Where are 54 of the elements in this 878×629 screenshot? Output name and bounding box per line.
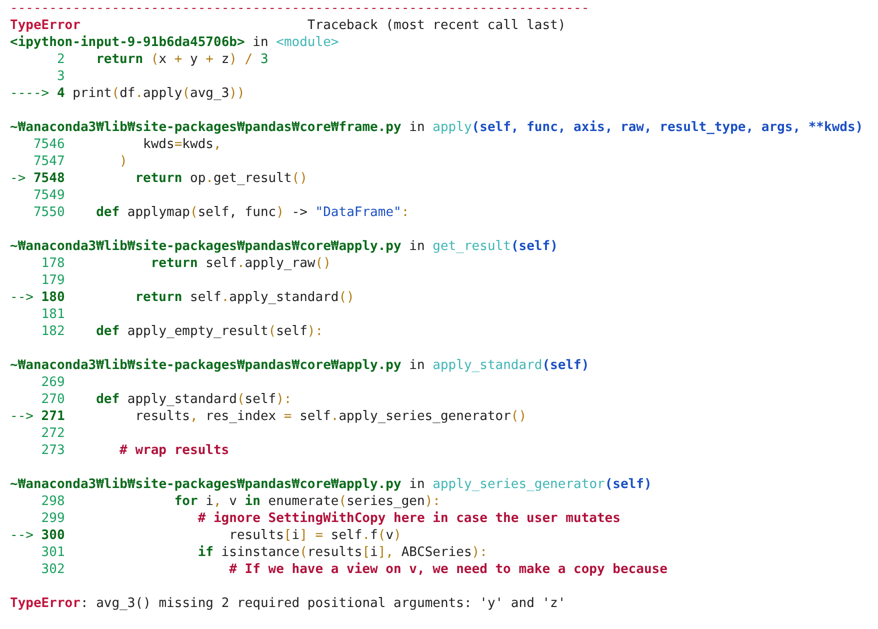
- line-number: 182: [41, 323, 65, 340]
- code-text: return self.apply_standard(): [134, 289, 354, 306]
- code-text: def applymap(self, func) -> "DataFrame":: [95, 204, 410, 221]
- code-text: def apply_standard(self):: [95, 391, 292, 408]
- code-text: results[i] = self.f(v): [228, 527, 402, 544]
- frame-header: ~₩anaconda3₩lib₩site-packages₩pandas₩core₩frame.py in apply(self, func, axis, raw, result_type, args, **kwds): [10, 119, 864, 136]
- code-text: return op.get_result(): [134, 170, 308, 187]
- frame-header: ~₩anaconda3₩lib₩site-packages₩pandas₩core₩apply.py in apply_series_generator(self): [10, 476, 652, 493]
- separator-line: --------------------------------------------------------------------------: [10, 0, 590, 17]
- line-number: 181: [41, 306, 65, 323]
- line-number: 7546: [33, 136, 65, 153]
- frame-header: <ipython-input-9-91b6da45706b> in <module>: [10, 34, 339, 51]
- line-number: 299: [41, 510, 65, 527]
- line-number: 272: [41, 425, 65, 442]
- code-text: kwds=kwds,: [142, 136, 222, 153]
- code-text: # If we have a view on v, we need to make a copy because: [228, 561, 668, 578]
- line-number: 271: [41, 408, 65, 425]
- code-text: # ignore SettingWithCopy here in case the user mutates: [196, 510, 620, 527]
- line-number: 300: [41, 527, 65, 544]
- line-number: 180: [41, 289, 65, 306]
- frame-header: ~₩anaconda3₩lib₩site-packages₩pandas₩core₩apply.py in get_result(self): [10, 238, 558, 255]
- line-number: 178: [41, 255, 65, 272]
- arrow-marker: -->: [10, 527, 34, 544]
- code-text: for i, v in enumerate(series_gen):: [173, 493, 440, 510]
- line-number: 3: [56, 68, 65, 85]
- code-text: results, res_index = self.apply_series_generator(): [134, 408, 527, 425]
- arrow-marker: -->: [10, 289, 34, 306]
- line-number: 298: [41, 493, 65, 510]
- frame-header: ~₩anaconda3₩lib₩site-packages₩pandas₩core₩apply.py in apply_standard(self): [10, 357, 590, 374]
- line-number: 269: [41, 374, 65, 391]
- line-number: 179: [41, 272, 65, 289]
- code-text: return (x + y + z) / 3: [95, 51, 268, 68]
- code-text: return self.apply_raw(): [150, 255, 331, 272]
- arrow-marker: ->: [10, 170, 26, 187]
- traceback-title: Traceback (most recent call last): [307, 17, 566, 34]
- line-number: 302: [41, 561, 65, 578]
- code-text: print(df.apply(avg_3)): [72, 85, 245, 102]
- code-text: ): [118, 153, 128, 170]
- arrow-marker: -->: [10, 408, 34, 425]
- error-message: TypeError: avg_3() missing 2 required positional arguments: 'y' and 'z': [10, 595, 566, 612]
- code-text: if isinstance(results[i], ABCSeries):: [196, 544, 488, 561]
- line-number: 7547: [33, 153, 65, 170]
- line-number: 4: [56, 85, 65, 102]
- arrow-marker: ---->: [10, 85, 50, 102]
- line-number: 7550: [33, 204, 65, 221]
- line-number: 2: [56, 51, 65, 68]
- line-number: 273: [41, 442, 65, 459]
- line-number: 301: [41, 544, 65, 561]
- line-number: 7548: [33, 170, 65, 187]
- line-number: 7549: [33, 187, 65, 204]
- error-type: TypeError: [10, 17, 80, 34]
- code-text: # wrap results: [118, 442, 230, 459]
- code-text: def apply_empty_result(self):: [95, 323, 324, 340]
- line-number: 270: [41, 391, 65, 408]
